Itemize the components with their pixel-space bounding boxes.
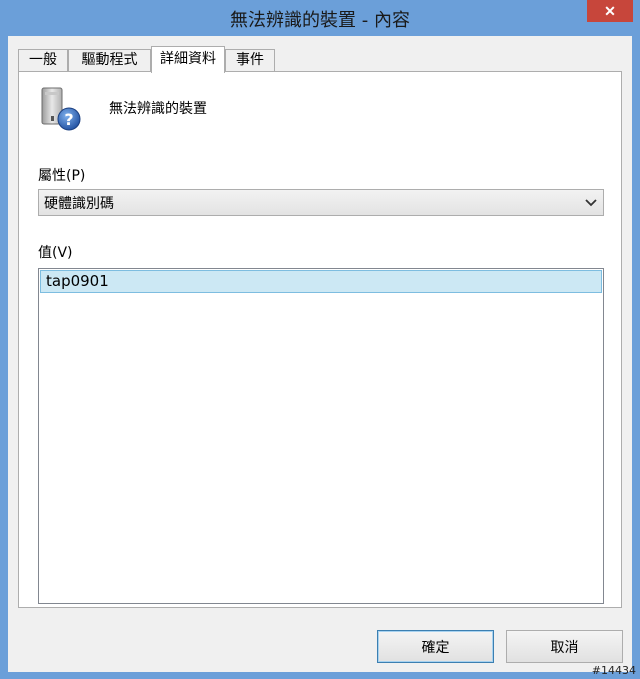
close-button[interactable]: ✕ — [587, 0, 633, 22]
unknown-device-icon: ? — [41, 87, 81, 131]
tab-driver[interactable]: 驅動程式 — [68, 49, 151, 72]
property-label: 屬性(P) — [38, 168, 86, 184]
property-dropdown[interactable]: 硬體識別碼 — [38, 189, 604, 216]
properties-window: 無法辨識的裝置 - 內容 ✕ 一般 驅動程式 詳細資料 事件 ? 無法辨識的裝置… — [0, 0, 640, 679]
list-item[interactable]: tap0901 — [40, 270, 602, 293]
svg-text:?: ? — [64, 110, 73, 129]
tab-general[interactable]: 一般 — [18, 49, 68, 72]
ok-button[interactable]: 確定 — [377, 630, 494, 663]
chevron-down-icon — [585, 199, 597, 207]
value-label: 值(V) — [38, 245, 73, 261]
tab-details[interactable]: 詳細資料 — [151, 46, 225, 73]
title-bar[interactable]: 無法辨識的裝置 - 內容 ✕ — [0, 0, 640, 36]
tab-events[interactable]: 事件 — [225, 49, 275, 72]
device-name: 無法辨識的裝置 — [109, 101, 207, 117]
cancel-button[interactable]: 取消 — [506, 630, 623, 663]
details-panel: ? 無法辨識的裝置 屬性(P) 硬體識別碼 值(V) tap0901 — [18, 71, 622, 608]
window-title: 無法辨識的裝置 - 內容 — [230, 10, 410, 31]
watermark-text: #14434 — [591, 664, 636, 677]
dialog-client-area: 一般 驅動程式 詳細資料 事件 ? 無法辨識的裝置 屬性(P) 硬體識別碼 值(… — [8, 36, 632, 672]
value-listbox[interactable]: tap0901 — [38, 268, 604, 604]
property-selected-value: 硬體識別碼 — [44, 196, 114, 212]
